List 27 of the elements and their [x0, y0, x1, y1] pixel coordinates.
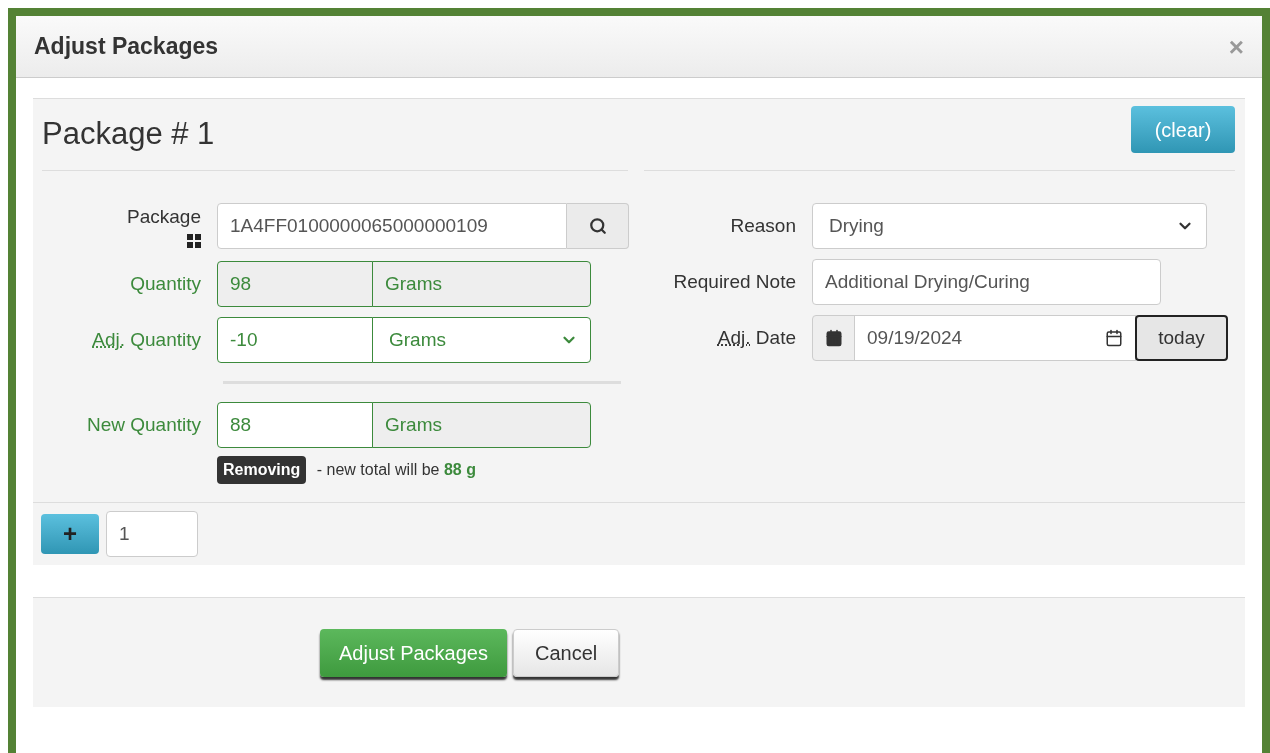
add-button[interactable]: + — [41, 514, 99, 554]
quantity-input[interactable]: 88 — [217, 402, 373, 448]
package-heading: Package # 1 — [42, 115, 215, 154]
summary-text: - new total will be 88 g — [315, 460, 476, 480]
field-label: Package — [127, 205, 201, 229]
field-label: Adj. Quantity — [92, 327, 201, 352]
today-button[interactable]: today — [1135, 315, 1228, 361]
field-label: Quantity — [130, 271, 201, 296]
search-button[interactable] — [567, 203, 629, 249]
search-icon — [588, 217, 607, 235]
count-input[interactable]: 1 — [106, 511, 198, 557]
unit-select[interactable]: Grams — [372, 317, 591, 363]
reason-select[interactable]: Drying — [812, 203, 1207, 249]
field-label: Adj. Date — [717, 325, 796, 350]
note-input[interactable]: Additional Drying/Curing — [812, 259, 1161, 305]
quantity-input[interactable]: -10 — [217, 317, 373, 363]
status-badge: Removing — [217, 456, 307, 484]
field-label: New Quantity — [86, 412, 201, 437]
calendar-icon — [1105, 329, 1123, 347]
cancel-button[interactable]: Cancel — [513, 628, 620, 677]
calendar-icon — [824, 329, 843, 347]
grid-icon — [187, 233, 201, 248]
date-input[interactable]: 09/19/2024 — [854, 315, 1136, 361]
field-label: Required Note — [673, 269, 796, 294]
field-label: Reason — [730, 213, 796, 238]
package-input[interactable]: 1A4FF0100000065000000109 — [217, 203, 567, 249]
dialog-title: Adjust Packages — [34, 32, 219, 62]
